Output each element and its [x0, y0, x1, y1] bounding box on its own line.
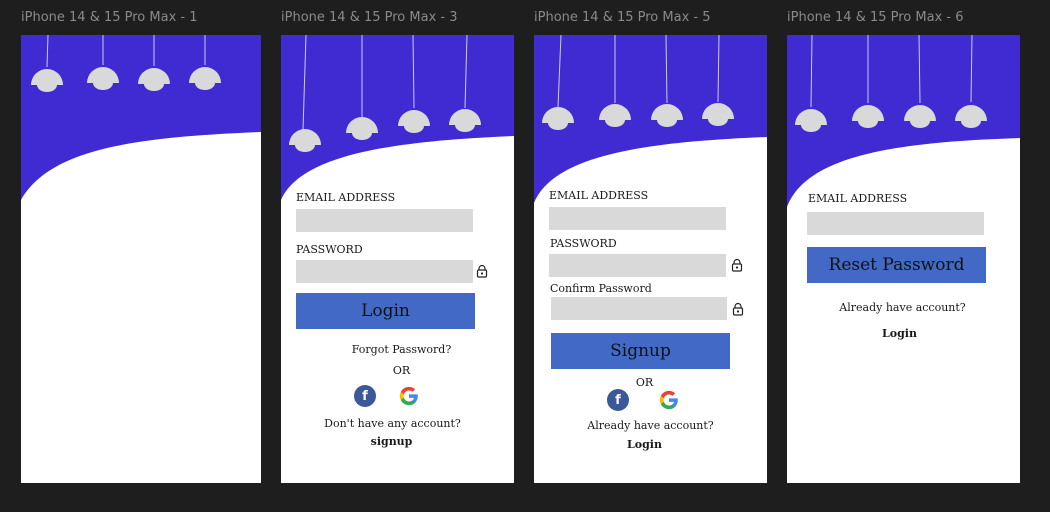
have-account-text: Already have account? [587, 419, 714, 432]
forgot-password-link[interactable]: Forgot Password? [289, 343, 514, 356]
frame-title-6[interactable]: iPhone 14 & 15 Pro Max - 6 [787, 10, 964, 25]
login-button[interactable]: Login [296, 293, 475, 329]
password-field[interactable] [549, 254, 726, 277]
have-account-text: Already have account? [839, 301, 966, 314]
email-label: EMAIL ADDRESS [296, 191, 396, 204]
no-account-text: Don't have any account? [324, 417, 461, 430]
email-field[interactable] [549, 207, 726, 230]
or-divider: OR [392, 364, 411, 377]
frame-signup[interactable]: EMAIL ADDRESS PASSWORD Confirm Password … [534, 35, 767, 483]
frame-reset-password[interactable]: EMAIL ADDRESS Reset Password Already hav… [787, 35, 1020, 483]
login-link[interactable]: Login [534, 438, 767, 451]
lock-icon[interactable] [730, 258, 744, 272]
confirm-password-label: Confirm Password [550, 282, 652, 295]
password-field[interactable] [296, 260, 473, 283]
frame-title-1[interactable]: iPhone 14 & 15 Pro Max - 1 [21, 10, 198, 25]
signup-link[interactable]: signup [281, 435, 514, 448]
email-field[interactable] [296, 209, 473, 232]
header-background [21, 35, 261, 200]
email-field[interactable] [807, 212, 984, 235]
facebook-icon[interactable]: f [354, 385, 376, 407]
email-label: EMAIL ADDRESS [549, 189, 649, 202]
signup-button[interactable]: Signup [551, 333, 730, 369]
facebook-icon[interactable]: f [607, 389, 629, 411]
password-label: PASSWORD [296, 243, 363, 256]
or-divider: OR [635, 376, 654, 389]
frame-splash[interactable] [21, 35, 261, 483]
login-link[interactable]: Login [787, 327, 1020, 340]
design-canvas: iPhone 14 & 15 Pro Max - 1 iPhone 14 & 1… [0, 0, 1050, 512]
google-icon[interactable] [658, 389, 680, 411]
lock-icon[interactable] [731, 302, 745, 316]
email-label: EMAIL ADDRESS [808, 192, 908, 205]
password-label: PASSWORD [550, 237, 617, 250]
lock-icon[interactable] [475, 264, 489, 278]
frame-title-3[interactable]: iPhone 14 & 15 Pro Max - 3 [281, 10, 458, 25]
frame-login[interactable]: EMAIL ADDRESS PASSWORD Login Forgot Pass… [281, 35, 514, 483]
reset-password-button[interactable]: Reset Password [807, 247, 986, 283]
header-background [281, 35, 514, 200]
frame-title-5[interactable]: iPhone 14 & 15 Pro Max - 5 [534, 10, 711, 25]
google-icon[interactable] [398, 385, 420, 407]
confirm-password-field[interactable] [551, 297, 727, 320]
